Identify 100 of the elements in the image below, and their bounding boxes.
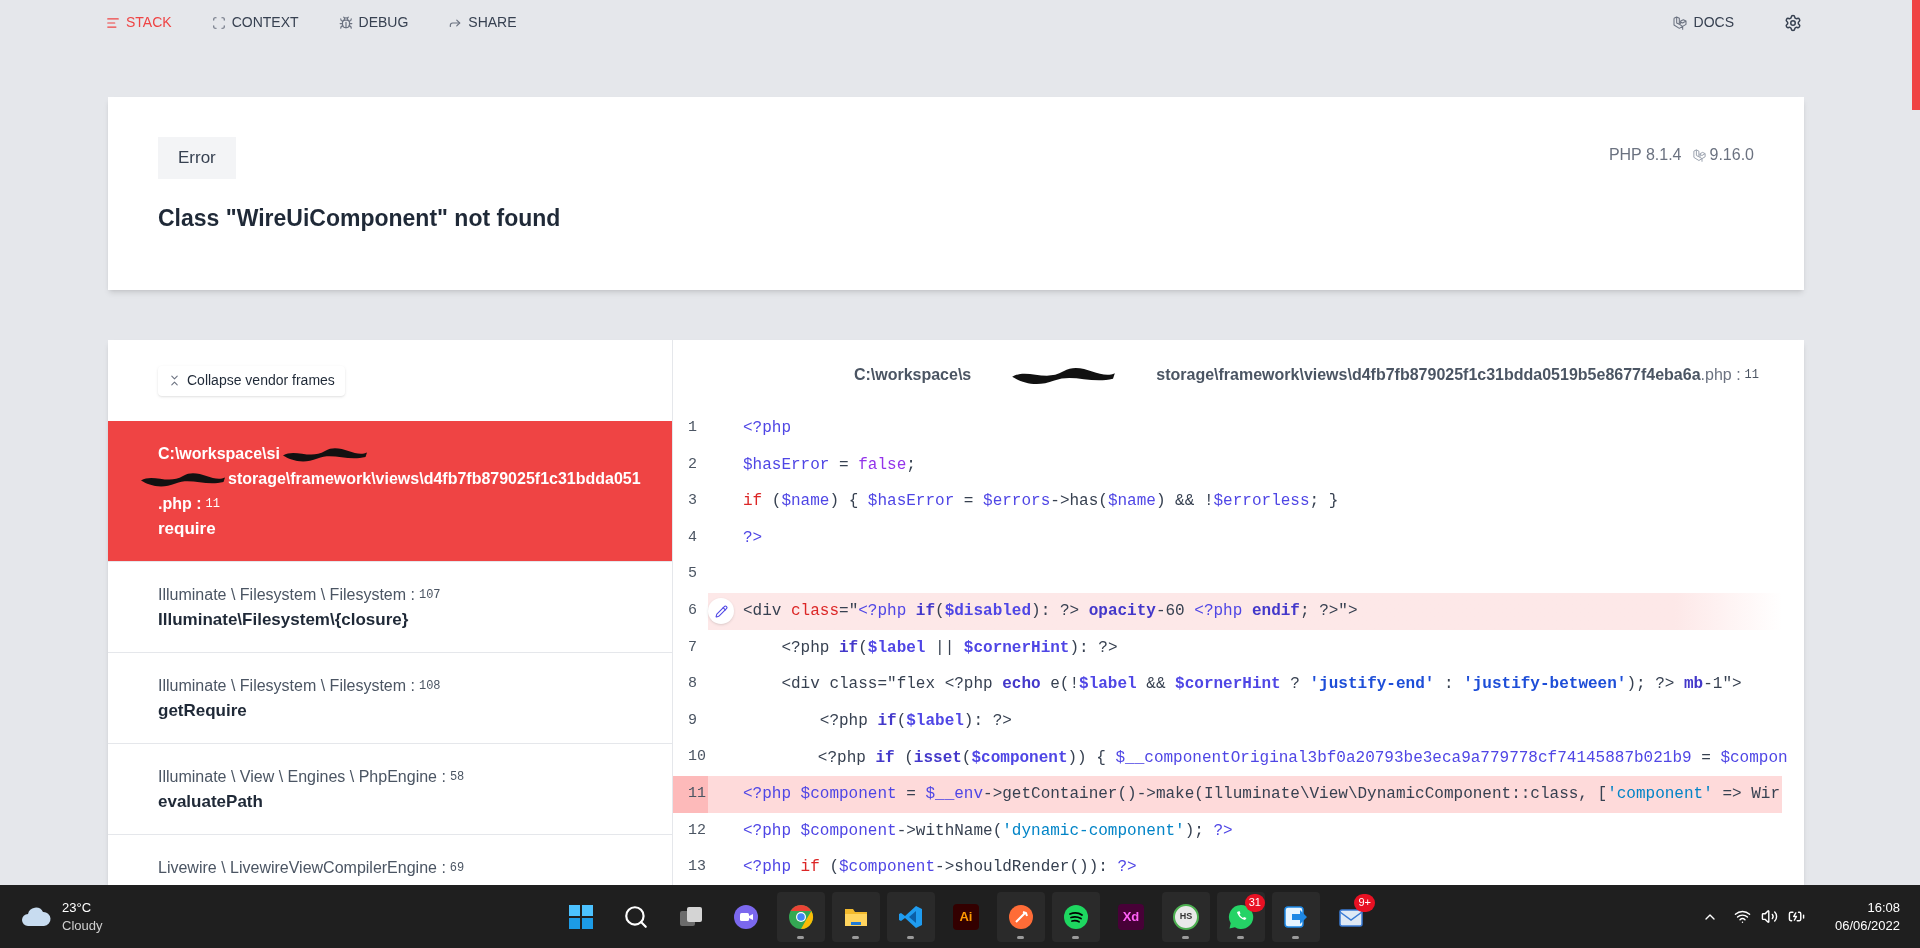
speaker-icon[interactable]: [1760, 908, 1778, 925]
running-indicator: [1182, 935, 1190, 939]
frame-path: Livewire \ LivewireViewCompilerEngine :: [158, 857, 446, 878]
frame-path: Illuminate \ View \ Engines \ PhpEngine :: [158, 766, 446, 787]
taskbar-app[interactable]: [831, 891, 880, 942]
code-line-number: 7: [687, 637, 698, 658]
design-app-icon[interactable]: Xd: [1117, 903, 1144, 930]
code-line-number: 6: [687, 601, 698, 621]
code-line-number: 4: [687, 527, 698, 548]
code-text: $hasError = false;: [743, 454, 916, 476]
framework-version: 9.16.0: [1709, 145, 1754, 165]
clock-time[interactable]: 16:08: [1867, 898, 1900, 917]
frame-path: .php :: [158, 493, 202, 514]
running-indicator: [1237, 935, 1245, 939]
code-text: <div class="flex <?php echo e(!$label && $cornerHint ? 'justify-end' : 'justify-between'); ?> mb-1">: [780, 674, 1742, 696]
php-version: PHP 8.1.4: [1608, 145, 1682, 165]
code-text: <?php $component->withName('dynamic-component'); ?>: [743, 820, 1233, 842]
taskbar-app[interactable]: 9+: [1326, 891, 1375, 942]
clock-date[interactable]: 06/06/2022: [1834, 916, 1900, 935]
frame-method: evaluatePath: [158, 790, 264, 813]
error-message: Class "WireUiComponent" not found: [158, 203, 562, 233]
stack-frame[interactable]: Livewire \ LivewireViewCompilerEngine : 69: [108, 835, 672, 885]
line-number: 11: [1744, 367, 1759, 384]
taskbar-app[interactable]: [1051, 891, 1100, 942]
code-text: ?>: [743, 528, 763, 550]
running-indicator: [907, 935, 915, 939]
taskbar-app[interactable]: Ai: [941, 891, 990, 942]
running-indicator: [797, 935, 805, 939]
music-app-icon[interactable]: [1062, 903, 1089, 930]
line-number: 11: [205, 495, 220, 513]
code-line-number: 8: [687, 674, 698, 695]
frame-method: require: [158, 517, 217, 540]
windows-start-icon[interactable]: [567, 903, 594, 930]
weather-condition: Cloudy: [62, 916, 103, 935]
taskbar-app[interactable]: Xd: [1106, 891, 1155, 942]
taskbar-app[interactable]: 31: [1216, 891, 1265, 942]
pencil-icon: [714, 604, 728, 618]
frame-method: getRequire: [158, 699, 248, 722]
file-path: .php :: [1700, 365, 1741, 385]
stack-frame[interactable]: Illuminate \ Filesystem \ Filesystem : 107 Illuminate\Filesystem\{closure}: [108, 562, 672, 653]
browser-icon[interactable]: [787, 903, 814, 930]
wifi-icon[interactable]: [1733, 908, 1751, 925]
code-text: <?php if($label || $cornerHint): ?>: [780, 637, 1118, 659]
cloud-icon[interactable]: [20, 905, 52, 928]
line-number: 69: [449, 859, 465, 877]
line-number: 107: [418, 586, 441, 604]
running-indicator: [852, 935, 860, 939]
code-line-number: 1: [687, 418, 698, 439]
taskbar-app[interactable]: [776, 891, 825, 942]
stack-frame[interactable]: C:\workspace\si storage\framework\views\d4fb7fb879025f1c31bdda051 .php : 11 require: [108, 421, 672, 562]
taskbar-app[interactable]: [996, 891, 1045, 942]
running-indicator: [1072, 935, 1080, 939]
temperature: 23°C: [62, 898, 93, 917]
video-chat-icon[interactable]: [732, 903, 759, 930]
docs-link[interactable]: DOCS: [1671, 12, 1734, 33]
settings-icon[interactable]: [1784, 13, 1802, 32]
code-text: <div class="<?php if($disabled): ?> opacity-60 <?php endif; ?>">: [743, 601, 1358, 623]
collapse-vendor-frames-button[interactable]: Collapse vendor frames: [158, 365, 345, 396]
nav-tab[interactable]: CONTEXT: [211, 12, 299, 33]
code-line-number: 10: [687, 747, 706, 768]
taskbar-app[interactable]: [1271, 891, 1320, 942]
code-text: <?php if (isset($component)) { $__componentOriginal3bf0a20793be3eca9a779778cf74145887b021b9 = $compon: [816, 747, 1788, 769]
scrollbar-thumb[interactable]: [1912, 0, 1920, 110]
running-indicator: [1292, 935, 1300, 939]
bug-icon: [338, 15, 353, 30]
file-path: storage\framework\views\d4fb7fb879025f1c31bdda0519b5e8677f4eba6a: [1156, 365, 1701, 385]
frame-path: C:\workspace\si: [158, 443, 280, 464]
code-editor-icon[interactable]: [897, 903, 924, 930]
code-line-number: 9: [687, 710, 698, 731]
error-badge: Error: [158, 137, 236, 179]
running-indicator: [1017, 935, 1025, 939]
taskbar-app[interactable]: HS: [1161, 891, 1210, 942]
notification-badge: 31: [1244, 893, 1265, 912]
stack-frame[interactable]: Illuminate \ Filesystem \ Filesystem : 108 getRequire: [108, 653, 672, 744]
nav-tab[interactable]: DEBUG: [338, 12, 409, 33]
nav-tab[interactable]: SHARE: [448, 12, 517, 33]
app-icon[interactable]: HS: [1172, 903, 1199, 930]
list-icon: [106, 15, 120, 30]
search-icon[interactable]: [622, 903, 649, 930]
frame-path: storage\framework\views\d4fb7fb879025f1c31bdda051: [228, 468, 641, 489]
edit-button[interactable]: [708, 598, 734, 625]
stack-frame[interactable]: Illuminate \ View \ Engines \ PhpEngine : 58 evaluatePath: [108, 744, 672, 835]
cube-logo-icon: [1691, 147, 1707, 163]
code-line-number: 12: [687, 820, 707, 841]
design-app-icon[interactable]: Ai: [952, 903, 979, 930]
code-text: <?php if ($component->shouldRender()): ?>: [743, 857, 1137, 879]
code-text: if ($name) { $hasError = $errors->has($name) && !$errorless; }: [743, 491, 1339, 513]
frame-method: Illuminate\Filesystem\{closure}: [158, 608, 410, 631]
code-line-number: 2: [687, 454, 698, 475]
notification-badge: 9+: [1354, 893, 1375, 912]
arrow-app-icon[interactable]: [1282, 903, 1309, 930]
code-line-number: 5: [687, 564, 698, 585]
code-text: <?php if($label): ?>: [818, 711, 1012, 733]
line-number: 108: [418, 677, 441, 695]
collapse-icon: [168, 374, 181, 387]
code-text: <?php $component = $__env->getContainer()->make(Illuminate\View\DynamicComponent::class, ['component' => Wir: [743, 784, 1780, 806]
code-text: <?php: [743, 418, 791, 440]
frame-path: Illuminate \ Filesystem \ Filesystem :: [158, 584, 415, 605]
code-line-number: 3: [687, 491, 698, 512]
code-line-number: 11: [673, 775, 708, 813]
